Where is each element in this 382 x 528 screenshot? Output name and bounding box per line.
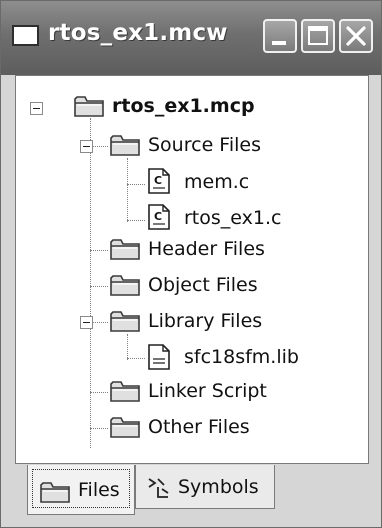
tree-connector [90, 250, 108, 251]
tree-folder-object-files[interactable]: Object Files [148, 274, 258, 296]
tree-folder-header-files[interactable]: Header Files [148, 238, 265, 260]
folder-icon [110, 416, 140, 438]
tree-connector [90, 118, 91, 448]
tree-connector [127, 358, 145, 359]
maximize-button[interactable] [301, 19, 335, 53]
tree-connector [127, 220, 145, 221]
tab-symbols-label: Symbols [178, 476, 259, 498]
project-folder-icon [74, 95, 104, 117]
tree-folder-other-files[interactable]: Other Files [148, 416, 250, 438]
tab-files-label: Files [78, 479, 120, 501]
close-button[interactable] [339, 19, 373, 53]
symbols-icon [148, 478, 169, 498]
tree-connector [90, 392, 108, 393]
folder-icon [110, 134, 140, 156]
minimize-icon [272, 41, 286, 45]
tab-symbols[interactable]: Symbols [135, 465, 275, 509]
close-icon [346, 26, 366, 46]
folder-icon [110, 274, 140, 296]
tree-folder-library-files[interactable]: Library Files [148, 310, 262, 332]
workspace-window: rtos_ex1.mcw rtos_ex1.mcp Source Files m… [0, 0, 382, 528]
collapse-library-files-toggle[interactable] [80, 316, 93, 329]
tree-file-sfc18sfm-lib[interactable]: sfc18sfm.lib [184, 346, 299, 368]
tree-connector [127, 158, 128, 222]
tree-connector [127, 334, 128, 360]
tree-file-rtos-ex1-c[interactable]: rtos_ex1.c [184, 207, 281, 229]
tree-folder-linker-script[interactable]: Linker Script [148, 380, 267, 402]
library-file-icon [148, 344, 170, 370]
project-tree[interactable]: rtos_ex1.mcp Source Files mem.c rtos_ex1… [15, 75, 369, 464]
maximize-icon [308, 26, 328, 45]
folder-icon [110, 310, 140, 332]
folder-icon [40, 481, 70, 503]
title-bar[interactable]: rtos_ex1.mcw [1, 1, 381, 75]
tab-files[interactable]: Files [27, 465, 135, 515]
window-title: rtos_ex1.mcw [48, 20, 228, 46]
tree-connector [90, 286, 108, 287]
tree-folder-source-files[interactable]: Source Files [148, 134, 261, 156]
collapse-project-toggle[interactable] [30, 102, 43, 115]
c-file-icon [148, 168, 170, 194]
minimize-button[interactable] [263, 19, 297, 53]
collapse-source-files-toggle[interactable] [80, 140, 93, 153]
tree-file-mem-c[interactable]: mem.c [184, 171, 249, 193]
folder-icon [110, 380, 140, 402]
c-file-icon [148, 204, 170, 230]
tree-connector [127, 184, 145, 185]
folder-icon [110, 238, 140, 260]
project-node[interactable]: rtos_ex1.mcp [112, 95, 255, 117]
workspace-window-icon [12, 25, 39, 46]
tree-connector [90, 428, 108, 429]
